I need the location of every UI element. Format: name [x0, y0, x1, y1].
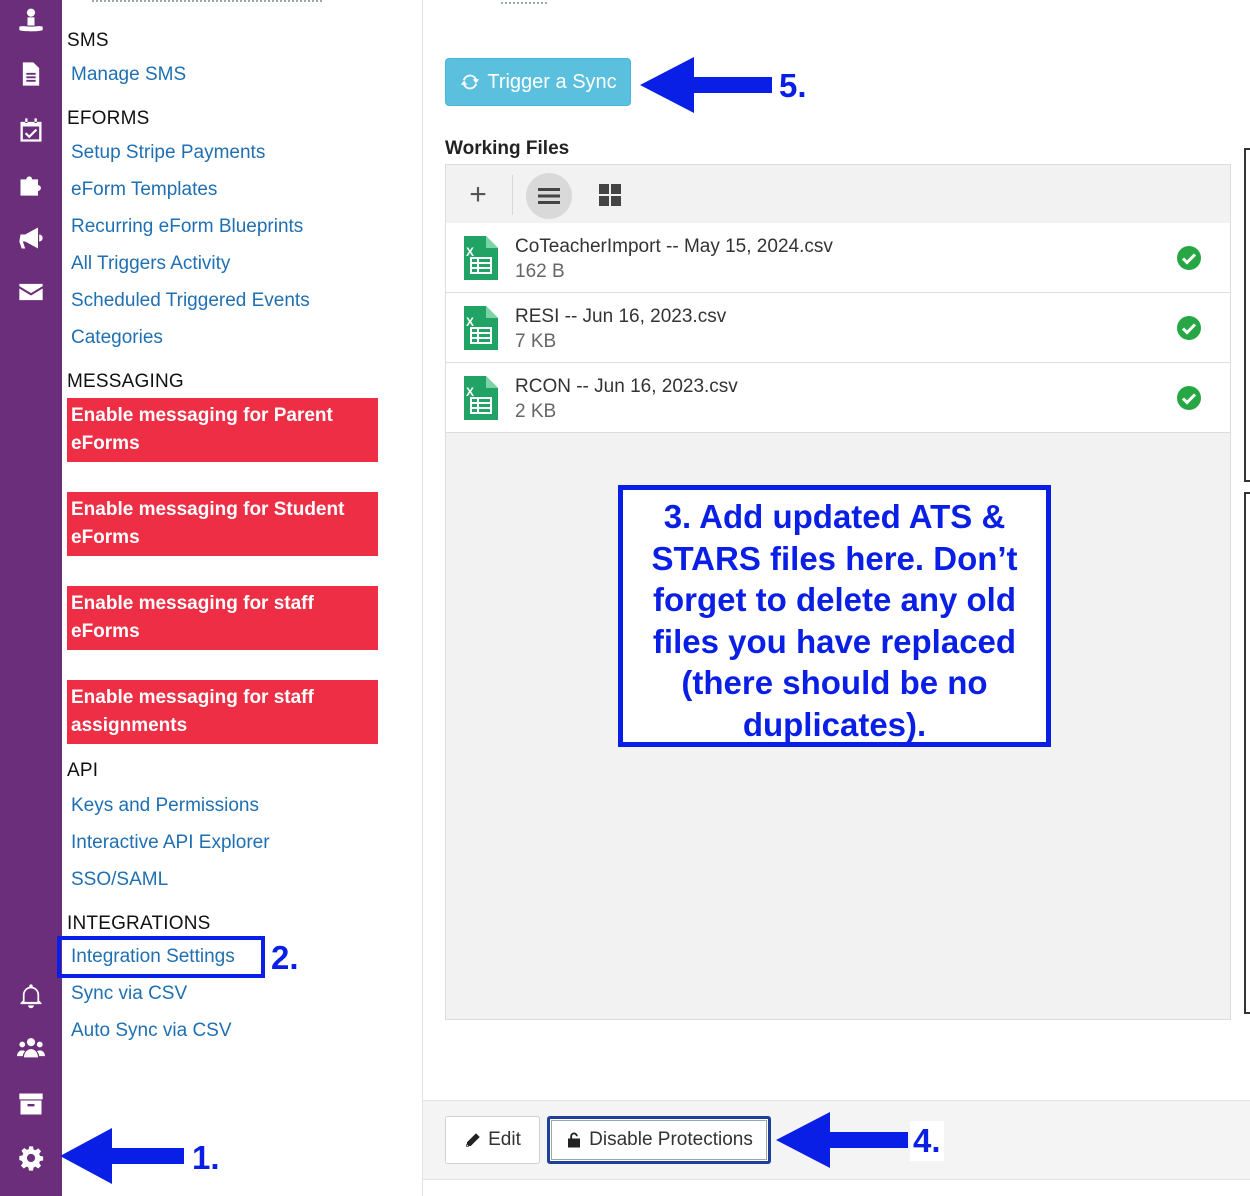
- disable-protections-button[interactable]: Disable Protections: [547, 1116, 771, 1164]
- annotation-label-5: 5.: [776, 66, 810, 106]
- pencil-icon: [466, 1133, 480, 1147]
- file-size: 2 KB: [515, 401, 557, 422]
- section-heading-sms: SMS: [67, 30, 109, 51]
- nav-link-eform-templates[interactable]: eForm Templates: [71, 179, 217, 201]
- section-heading-eforms: EFORMS: [67, 108, 150, 129]
- nav-link-sso-saml[interactable]: SSO/SAML: [71, 869, 168, 891]
- annotation-arrow-5: [640, 57, 772, 113]
- check-circle-icon: [1177, 316, 1201, 340]
- file-size: 7 KB: [515, 331, 557, 352]
- section-heading-messaging: MESSAGING: [67, 371, 184, 392]
- truncated-text: [501, 0, 547, 4]
- edit-button[interactable]: Edit: [445, 1116, 540, 1164]
- nav-link-all-triggers-activity[interactable]: All Triggers Activity: [71, 253, 230, 275]
- section-heading-api: API: [67, 760, 99, 781]
- nav-link-scheduled-triggered-events[interactable]: Scheduled Triggered Events: [71, 290, 310, 312]
- check-circle-icon: [1177, 386, 1201, 410]
- section-heading-integrations: INTEGRATIONS: [67, 913, 211, 934]
- nav-link-manage-sms[interactable]: Manage SMS: [71, 64, 186, 86]
- enable-messaging-staff-eforms-button[interactable]: Enable messaging for staff eForms: [67, 586, 378, 650]
- document-icon[interactable]: [9, 54, 53, 94]
- trigger-sync-label: Trigger a Sync: [487, 70, 617, 93]
- svg-text:X: X: [466, 245, 474, 259]
- check-circle-icon: [1177, 246, 1201, 270]
- annotation-label-1: 1.: [189, 1138, 223, 1178]
- file-row[interactable]: X RCON -- Jun 16, 2023.csv 2 KB: [446, 363, 1230, 433]
- settings-nav: SMS Manage SMS EFORMS Setup Stripe Payme…: [62, 0, 422, 1196]
- file-name: RESI -- Jun 16, 2023.csv: [515, 306, 727, 327]
- svg-text:X: X: [466, 315, 474, 329]
- excel-file-icon: X: [464, 306, 498, 350]
- instruction-callout: 3. Add updated ATS & STARS files here. D…: [618, 485, 1051, 747]
- edit-label: Edit: [488, 1129, 521, 1150]
- truncated-link: [92, 0, 322, 2]
- nav-link-keys-and-permissions[interactable]: Keys and Permissions: [71, 795, 259, 817]
- excel-file-icon: X: [464, 236, 498, 280]
- icon-rail: [0, 0, 62, 1196]
- user-pin-icon[interactable]: [9, 2, 53, 42]
- nav-link-interactive-api-explorer[interactable]: Interactive API Explorer: [71, 832, 270, 854]
- nav-link-recurring-eform-blueprints[interactable]: Recurring eForm Blueprints: [71, 216, 303, 238]
- working-files-toolbar: +: [446, 165, 1230, 225]
- annotation-arrow-4: [776, 1112, 908, 1168]
- nav-link-categories[interactable]: Categories: [71, 327, 163, 349]
- file-row[interactable]: X CoTeacherImport -- May 15, 2024.csv 16…: [446, 223, 1230, 293]
- annotation-label-2: 2.: [268, 938, 302, 978]
- list-view-icon[interactable]: [526, 173, 572, 219]
- enable-messaging-parent-eforms-button[interactable]: Enable messaging for Parent eForms: [67, 398, 378, 462]
- file-name: CoTeacherImport -- May 15, 2024.csv: [515, 236, 833, 257]
- trigger-sync-button[interactable]: Trigger a Sync: [445, 58, 631, 106]
- working-files-panel: + X CoTeacherImport -- May 15, 2024.csv …: [445, 164, 1231, 1020]
- nav-link-setup-stripe-payments[interactable]: Setup Stripe Payments: [71, 142, 265, 164]
- enable-messaging-staff-assignments-button[interactable]: Enable messaging for staff assignments: [67, 680, 378, 744]
- add-file-icon[interactable]: +: [462, 177, 494, 213]
- main-panel: Trigger a Sync Working Files + X CoTeach…: [422, 0, 1250, 1196]
- gear-icon[interactable]: [9, 1138, 53, 1178]
- enable-messaging-student-eforms-button[interactable]: Enable messaging for Student eForms: [67, 492, 378, 556]
- annotation-label-4: 4.: [910, 1121, 944, 1161]
- annotation-highlight-2: [57, 936, 265, 978]
- puzzle-icon[interactable]: [9, 164, 53, 204]
- file-row[interactable]: X RESI -- Jun 16, 2023.csv 7 KB: [446, 293, 1230, 363]
- disable-protections-label: Disable Protections: [589, 1129, 753, 1150]
- grid-view-icon[interactable]: [592, 177, 628, 213]
- bell-icon[interactable]: [9, 976, 53, 1016]
- toolbar-divider: [512, 175, 513, 215]
- calendar-check-icon[interactable]: [9, 110, 53, 150]
- file-name: RCON -- Jun 16, 2023.csv: [515, 376, 738, 397]
- unlock-icon: [568, 1132, 581, 1148]
- envelope-icon[interactable]: [9, 272, 53, 312]
- nav-link-auto-sync-via-csv[interactable]: Auto Sync via CSV: [71, 1020, 232, 1042]
- partial-side-panel: [1244, 492, 1250, 1014]
- archive-icon[interactable]: [9, 1084, 53, 1124]
- partial-side-panel: [1244, 148, 1250, 482]
- svg-text:X: X: [466, 385, 474, 399]
- file-size: 162 B: [515, 261, 565, 282]
- users-icon[interactable]: [9, 1028, 53, 1068]
- refresh-icon: [461, 74, 480, 90]
- megaphone-icon[interactable]: [9, 218, 53, 258]
- annotation-arrow-1: [60, 1128, 184, 1184]
- excel-file-icon: X: [464, 376, 498, 420]
- nav-link-sync-via-csv[interactable]: Sync via CSV: [71, 983, 187, 1005]
- working-files-title: Working Files: [445, 138, 570, 159]
